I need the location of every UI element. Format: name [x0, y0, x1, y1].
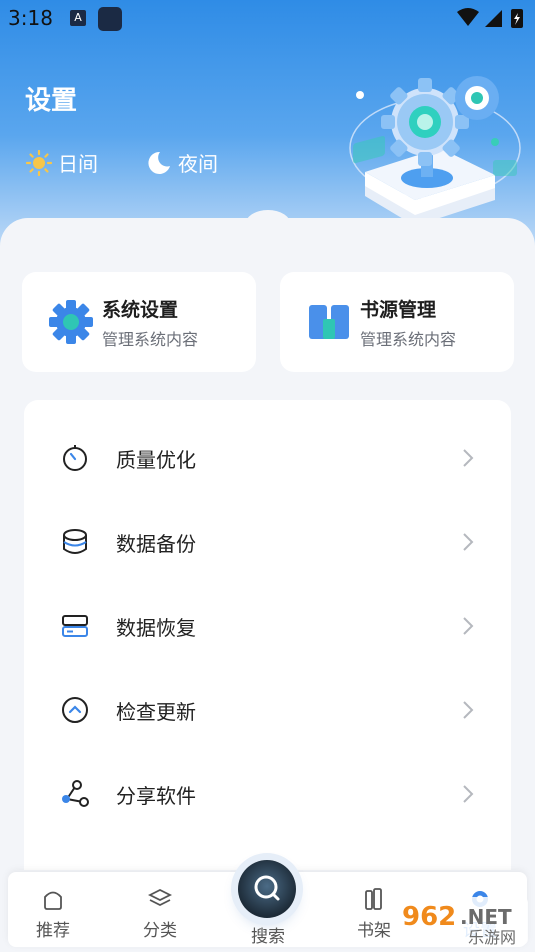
tab-recommend[interactable]: 推荐	[13, 886, 93, 941]
system-settings-title: 系统设置	[102, 298, 179, 321]
chevron-right-icon	[463, 449, 474, 467]
book-icon	[309, 305, 349, 339]
status-time: 3:18	[8, 6, 53, 30]
watermark-suffix: .NET	[460, 905, 512, 929]
menu-label: 检查更新	[116, 699, 196, 724]
menu-item-data-backup[interactable]: 数据备份	[24, 500, 511, 584]
notification-app-icon	[98, 7, 122, 31]
menu-label: 分享软件	[116, 783, 196, 808]
day-mode-label: 日间	[58, 152, 98, 176]
book-source-subtitle: 管理系统内容	[360, 329, 457, 349]
server-icon	[62, 615, 88, 637]
menu-item-share-app[interactable]: 分享软件	[24, 752, 511, 836]
chevron-right-icon	[463, 617, 474, 635]
sheet-notch	[245, 210, 291, 240]
watermark-caption: 乐游网	[468, 928, 516, 945]
menu-label: 数据备份	[116, 531, 196, 556]
chevron-right-icon	[463, 785, 474, 803]
menu-item-data-restore[interactable]: 数据恢复	[24, 584, 511, 668]
page-title: 设置	[25, 86, 78, 116]
chevron-right-icon	[463, 701, 474, 719]
search-icon	[254, 875, 280, 901]
night-mode-label: 夜间	[178, 152, 218, 176]
database-icon	[63, 529, 87, 554]
chevron-right-icon	[463, 533, 474, 551]
settings-gears-illustration	[349, 76, 521, 226]
tab-category[interactable]: 分类	[120, 886, 200, 941]
update-icon	[62, 697, 88, 723]
timer-icon	[63, 445, 87, 471]
share-icon	[62, 780, 89, 807]
tab-search[interactable]	[238, 860, 296, 918]
home-icon	[44, 891, 62, 910]
wifi-icon	[457, 8, 479, 26]
gear-icon	[49, 300, 93, 344]
moon-icon	[148, 151, 170, 174]
system-settings-card[interactable]: 系统设置 管理系统内容	[22, 272, 256, 372]
signal-icon	[485, 10, 502, 27]
menu-item-check-update[interactable]: 检查更新	[24, 668, 511, 752]
system-settings-subtitle: 管理系统内容	[102, 329, 199, 349]
book-source-title: 书源管理	[360, 298, 437, 321]
watermark-brand: 962	[402, 902, 456, 932]
day-mode-toggle[interactable]: 日间	[26, 148, 98, 177]
night-mode-toggle[interactable]: 夜间	[146, 148, 218, 177]
tab-label: 书架	[357, 921, 391, 941]
watermark-logo: 962 .NET 乐游网	[398, 897, 528, 945]
menu-label: 质量优化	[116, 447, 196, 472]
status-icons	[457, 8, 523, 28]
tab-label: 推荐	[36, 921, 70, 941]
tab-search-label: 搜索	[251, 927, 285, 947]
status-bar: 3:18 A	[0, 0, 535, 38]
notification-a-icon: A	[70, 10, 86, 26]
menu-item-quality-optimize[interactable]: 质量优化	[24, 416, 511, 500]
bookshelf-icon	[365, 888, 382, 910]
layers-icon	[148, 888, 172, 907]
book-source-card[interactable]: 书源管理 管理系统内容	[280, 272, 514, 372]
tab-label: 分类	[143, 921, 177, 941]
settings-menu: 质量优化 数据备份 数据恢复 检查更新 分享软件	[24, 400, 511, 870]
menu-label: 数据恢复	[116, 615, 196, 640]
sun-icon	[26, 149, 52, 176]
